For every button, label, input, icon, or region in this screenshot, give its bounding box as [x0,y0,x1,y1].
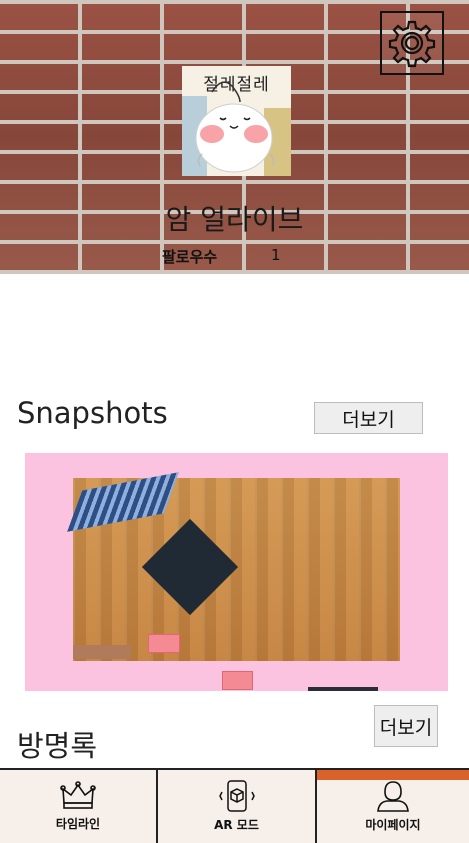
nav-item-label: AR 모드 [214,818,259,832]
followers-count: 1 [271,246,281,264]
room-pink-box [148,634,180,653]
phone-cube-icon [218,780,255,812]
nav-item-label: 타임라인 [55,817,101,831]
profile-header: 절레절레 암 얼라이브 팔로우수 1 [0,0,469,274]
room-dark-bar [308,687,378,691]
nav-item-mypage[interactable]: 마이페이지 [317,770,469,843]
settings-button[interactable] [380,11,444,75]
followers-label: 팔로우수 [162,248,218,266]
nav-item-ar-mode[interactable]: AR 모드 [158,770,315,843]
crown-icon [60,781,96,809]
avatar[interactable]: 절레절레 [182,66,291,176]
nav-item-timeline[interactable]: 타임라인 [0,770,156,843]
nav-item-label: 마이페이지 [365,818,421,832]
room-plank [73,645,131,659]
snapshots-more-button[interactable]: 더보기 [314,402,423,434]
snapshot-thumbnail[interactable] [25,453,448,691]
guestbook-more-button[interactable]: 더보기 [374,705,438,747]
snapshots-title: Snapshots [17,396,168,430]
room-pink-box [222,671,253,690]
guestbook-title: 방명록 [17,729,98,763]
avatar-character-image [182,81,291,176]
username: 암 얼라이브 [165,203,304,236]
gear-icon [388,20,436,68]
bottom-nav: 타임라인 AR 모드 마이페이지 [0,768,469,843]
person-icon [377,781,409,812]
